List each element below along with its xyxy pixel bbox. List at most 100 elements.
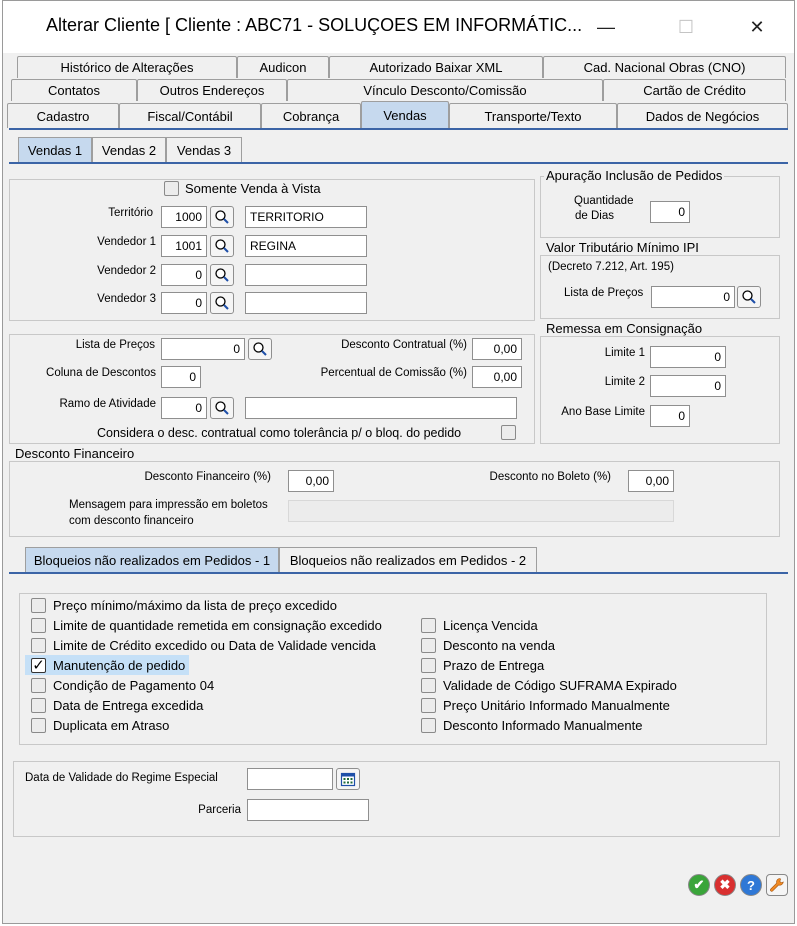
bloqueio-manutencao-pedido[interactable]: ✓ Manutenção de pedido: [25, 655, 190, 675]
tab-bloqueios-2[interactable]: Bloqueios não realizados em Pedidos - 2: [279, 547, 537, 572]
wrench-icon: [770, 878, 784, 892]
lista-precos-input[interactable]: 0: [161, 338, 245, 360]
vendedor2-name-input[interactable]: [245, 264, 367, 286]
checkbox-label: Validade de Código SUFRAMA Expirado: [443, 677, 677, 693]
parceria-input[interactable]: [247, 799, 369, 821]
bloqueio-licenca-vencida[interactable]: Licença Vencida: [421, 616, 538, 634]
tab-dados-negocios[interactable]: Dados de Negócios: [617, 103, 788, 128]
tab-audicon[interactable]: Audicon: [237, 56, 329, 78]
subtab-vendas-3[interactable]: Vendas 3: [166, 137, 242, 162]
desconto-financeiro-input[interactable]: 0,00: [288, 470, 334, 492]
ipi-lista-input[interactable]: 0: [651, 286, 735, 308]
bloqueio-limite-credito[interactable]: Limite de Crédito excedido ou Data de Va…: [31, 636, 376, 654]
percentual-comissao-input[interactable]: 0,00: [472, 366, 522, 388]
vendedor3-lookup-button[interactable]: [210, 292, 234, 314]
bloqueio-desconto-manual[interactable]: Desconto Informado Manualmente: [421, 716, 642, 734]
tab-fiscal-contabil[interactable]: Fiscal/Contábil: [119, 103, 261, 128]
help-icon: ?: [747, 877, 755, 893]
vendedor3-label: Vendedor 3: [97, 293, 156, 305]
tab-contatos[interactable]: Contatos: [11, 79, 137, 101]
tab-outros-enderecos[interactable]: Outros Endereços: [137, 79, 287, 101]
tab-autorizado-baixar-xml[interactable]: Autorizado Baixar XML: [329, 56, 543, 78]
vendedor1-code-input[interactable]: 1001: [161, 235, 207, 257]
check-icon[interactable]: ✓: [31, 657, 46, 673]
tab-vinculo-desconto-comissao[interactable]: Vínculo Desconto/Comissão: [287, 79, 603, 101]
tab-transporte-texto[interactable]: Transporte/Texto: [449, 103, 617, 128]
ok-button[interactable]: ✔: [688, 874, 710, 896]
territorio-code-input[interactable]: 1000: [161, 206, 207, 228]
tab-cadastro[interactable]: Cadastro: [7, 103, 119, 128]
maximize-button[interactable]: ☐: [663, 11, 709, 43]
tab-bloqueios-1[interactable]: Bloqueios não realizados em Pedidos - 1: [25, 547, 279, 572]
considera-desc-checkbox[interactable]: [501, 425, 516, 440]
limite2-input[interactable]: 0: [650, 375, 726, 397]
checkbox[interactable]: [31, 697, 46, 713]
territorio-name-input[interactable]: TERRITORIO: [245, 206, 367, 228]
bloqueio-preco-unitario-manual[interactable]: Preço Unitário Informado Manualmente: [421, 696, 670, 714]
tab-cobranca[interactable]: Cobrança: [261, 103, 361, 128]
tab-historico-alteracoes[interactable]: Histórico de Alterações: [17, 56, 237, 78]
vendedor1-name-input[interactable]: REGINA: [245, 235, 367, 257]
vendedor2-code-input[interactable]: 0: [161, 264, 207, 286]
checkbox[interactable]: [31, 717, 46, 733]
vendedor2-lookup-button[interactable]: [210, 264, 234, 286]
quantidade-dias-input[interactable]: 0: [650, 201, 690, 223]
ipi-lista-label: Lista de Preços: [564, 287, 644, 299]
ramo-atividade-name-input[interactable]: [245, 397, 517, 419]
help-button[interactable]: ?: [740, 874, 762, 896]
cancel-button[interactable]: ✖: [714, 874, 736, 896]
desconto-financeiro-label: Desconto Financeiro (%): [144, 471, 271, 483]
checkbox[interactable]: [421, 637, 436, 653]
coluna-descontos-input[interactable]: 0: [161, 366, 201, 388]
desconto-boleto-input[interactable]: 0,00: [628, 470, 674, 492]
subtab-vendas-1[interactable]: Vendas 1: [18, 137, 92, 162]
validade-regime-input[interactable]: [247, 768, 333, 790]
checkbox[interactable]: [31, 677, 46, 693]
subtab-vendas-2[interactable]: Vendas 2: [92, 137, 166, 162]
considera-desc-label: Considera o desc. contratual como tolerâ…: [97, 426, 462, 440]
bloqueio-duplicata-atraso[interactable]: Duplicata em Atraso: [31, 716, 169, 734]
bloqueio-data-entrega[interactable]: Data de Entrega excedida: [31, 696, 203, 714]
ramo-atividade-lookup-button[interactable]: [210, 397, 234, 419]
bloqueio-prazo-entrega[interactable]: Prazo de Entrega: [421, 656, 544, 674]
bloqueio-preco-minimo[interactable]: Preço mínimo/máximo da lista de preço ex…: [31, 596, 337, 614]
somente-vista-checkbox[interactable]: [164, 181, 179, 196]
desconto-financeiro-title: Desconto Financeiro: [13, 446, 137, 461]
checkbox[interactable]: [31, 617, 46, 633]
territorio-label: Território: [108, 207, 153, 219]
tab-cad-nacional-obras[interactable]: Cad. Nacional Obras (CNO): [543, 56, 786, 78]
bloqueios-tab-underline: [9, 572, 788, 574]
bloqueio-desconto-venda[interactable]: Desconto na venda: [421, 636, 555, 654]
bloqueio-condicao-pagamento[interactable]: Condição de Pagamento 04: [31, 676, 214, 694]
minimize-button[interactable]: —: [583, 11, 629, 43]
ramo-atividade-code-input[interactable]: 0: [161, 397, 207, 419]
ipi-lista-lookup-button[interactable]: [737, 286, 761, 308]
checkbox[interactable]: [31, 637, 46, 653]
limite1-input[interactable]: 0: [650, 346, 726, 368]
limite1-label: Limite 1: [604, 347, 645, 359]
checkbox-label: Condição de Pagamento 04: [53, 677, 215, 693]
lista-precos-lookup-button[interactable]: [248, 338, 272, 360]
desconto-contratual-input[interactable]: 0,00: [472, 338, 522, 360]
vendedor3-code-input[interactable]: 0: [161, 292, 207, 314]
checkbox[interactable]: [421, 717, 436, 733]
mensagem-boleto-input[interactable]: [288, 500, 674, 522]
territorio-lookup-button[interactable]: [210, 206, 234, 228]
checkbox[interactable]: [31, 597, 46, 613]
checkbox[interactable]: [421, 677, 436, 693]
close-button[interactable]: ✕: [734, 11, 780, 43]
tab-cartao-credito[interactable]: Cartão de Crédito: [603, 79, 786, 101]
tab-vendas[interactable]: Vendas: [361, 101, 449, 128]
tools-button[interactable]: [766, 874, 788, 896]
checkbox-label: Limite de quantidade remetida em consign…: [53, 617, 382, 633]
mensagem-label-line1: Mensagem para impressão em boletos: [69, 499, 268, 511]
checkbox[interactable]: [421, 697, 436, 713]
checkbox[interactable]: [421, 657, 436, 673]
bloqueio-limite-quantidade[interactable]: Limite de quantidade remetida em consign…: [31, 616, 382, 634]
ano-base-input[interactable]: 0: [650, 405, 690, 427]
calendar-button[interactable]: [336, 768, 360, 790]
bloqueio-suframa[interactable]: Validade de Código SUFRAMA Expirado: [421, 676, 677, 694]
vendedor1-lookup-button[interactable]: [210, 235, 234, 257]
vendedor3-name-input[interactable]: [245, 292, 367, 314]
checkbox[interactable]: [421, 617, 436, 633]
